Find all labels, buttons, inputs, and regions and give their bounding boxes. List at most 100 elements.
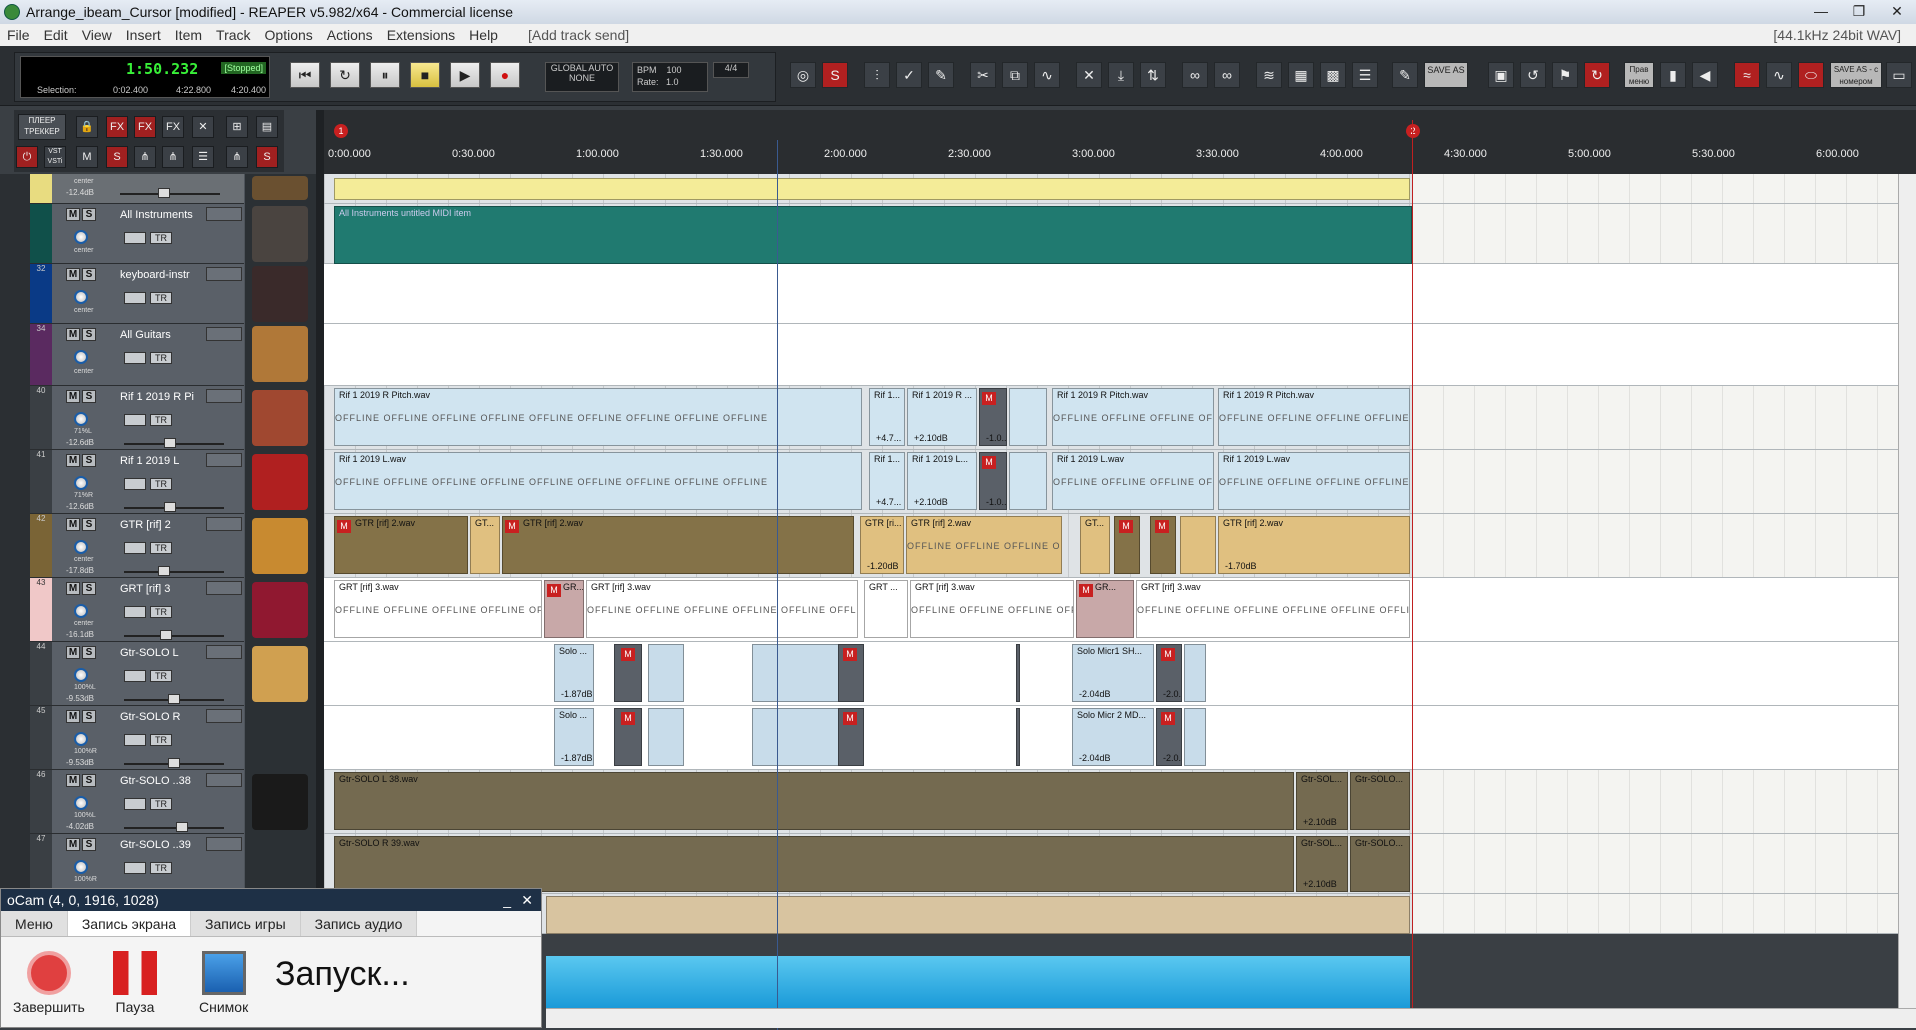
track-io-button[interactable]	[206, 327, 242, 341]
mixer-icon[interactable]: ⫶	[864, 62, 890, 88]
muted-item[interactable]: M	[1114, 516, 1140, 574]
scissors-icon[interactable]: ✂	[970, 62, 996, 88]
mute-button[interactable]: M	[66, 268, 80, 281]
ocam-stop-button[interactable]: Завершить	[13, 951, 85, 1015]
m-icon[interactable]: M	[76, 146, 98, 168]
close-button[interactable]: ✕	[1878, 0, 1916, 22]
media-item[interactable]: Solo ... -1.87dB	[554, 708, 594, 766]
fx-off-icon[interactable]: FX	[134, 116, 156, 138]
media-item[interactable]: M GTR [rif] 2.wav	[502, 516, 854, 574]
solo-button[interactable]: S	[82, 268, 96, 281]
panel-divider[interactable]	[316, 110, 324, 934]
color-icon[interactable]: ▩	[1320, 62, 1346, 88]
pan-knob[interactable]	[74, 230, 88, 244]
list-icon[interactable]: ☰	[1352, 62, 1378, 88]
solo-button[interactable]: S	[82, 710, 96, 723]
back-icon[interactable]: ◀	[1692, 62, 1718, 88]
pan-knob[interactable]	[74, 350, 88, 364]
solo-button[interactable]: S	[82, 208, 96, 221]
pan-knob[interactable]	[74, 796, 88, 810]
track-name[interactable]: keyboard-instr	[120, 269, 190, 281]
global-auto-button[interactable]: GLOBAL AUTO NONE	[545, 62, 619, 92]
volume-fader[interactable]	[124, 571, 224, 573]
muted-item[interactable]: M -2.0...	[1156, 708, 1182, 766]
screen-icon[interactable]: ▭	[1886, 62, 1912, 88]
mute-button[interactable]: M	[66, 518, 80, 531]
fader-handle[interactable]	[164, 438, 176, 448]
track-route-button[interactable]: TR	[150, 232, 172, 244]
menu-actions[interactable]: Actions	[320, 27, 380, 43]
meter-button[interactable]	[124, 542, 146, 554]
menu-file[interactable]: File	[0, 27, 37, 43]
redo-icon[interactable]: ↻	[1584, 62, 1610, 88]
mute-button[interactable]: M	[66, 454, 80, 467]
solo-button[interactable]: S	[82, 390, 96, 403]
track-io-button[interactable]	[206, 837, 242, 851]
bars-icon[interactable]: ▮	[1660, 62, 1686, 88]
muted-item[interactable]: M -1.0...	[979, 388, 1007, 446]
track-route-button[interactable]: TR	[150, 352, 172, 364]
pan-knob[interactable]	[74, 290, 88, 304]
track-name[interactable]: Rif 1 2019 L	[120, 455, 179, 467]
wave-red-icon[interactable]: ≈	[1734, 62, 1760, 88]
media-item[interactable]	[1184, 644, 1206, 702]
track-io-button[interactable]	[206, 453, 242, 467]
tab-audio-record[interactable]: Запись аудио	[300, 911, 418, 936]
media-item[interactable]: GRT [rif] 3.wav OFFLINE OFFLINE OFFLINE O…	[910, 580, 1074, 638]
track-io-button[interactable]	[206, 581, 242, 595]
solo-button[interactable]: S	[82, 582, 96, 595]
pan-knob[interactable]	[74, 604, 88, 618]
media-item[interactable]	[752, 644, 842, 702]
power-icon[interactable]: ⏻	[16, 146, 38, 168]
track-route-button[interactable]: TR	[150, 478, 172, 490]
mute-button[interactable]: M	[66, 646, 80, 659]
edit-icon[interactable]: ✎	[1392, 62, 1418, 88]
mute-button[interactable]: M	[66, 328, 80, 341]
marker-1[interactable]: 1	[334, 124, 348, 138]
import-icon[interactable]: ⤓	[1108, 62, 1134, 88]
mute-button[interactable]: M	[66, 774, 80, 787]
meter-button[interactable]	[124, 478, 146, 490]
s2-icon[interactable]: S	[256, 146, 278, 168]
muted-item[interactable]: M GR...	[1076, 580, 1134, 638]
media-item[interactable]: GRT [rif] 3.wav OFFLINE OFFLINE OFFLINE O…	[334, 580, 542, 638]
media-item[interactable]	[1180, 516, 1216, 574]
media-item[interactable]	[1016, 708, 1020, 766]
track-row[interactable]: 32 MS keyboard-instr TR center	[30, 264, 244, 324]
oval-icon[interactable]: ⬭	[1798, 62, 1824, 88]
media-item[interactable]: GTR [rif] 2.wav OFFLINE OFFLINE OFFLINE O…	[906, 516, 1062, 574]
media-item[interactable]: M GTR [rif] 2.wav	[334, 516, 468, 574]
run-icon[interactable]: ⚑	[1552, 62, 1578, 88]
ocam-close-button[interactable]: ✕	[521, 889, 533, 911]
muted-item[interactable]: M	[614, 708, 642, 766]
media-item[interactable]: Gtr-SOL... +2.10dB	[1296, 772, 1348, 830]
solo-button[interactable]: S	[82, 328, 96, 341]
ocam-pause-button[interactable]: Пауза	[113, 951, 157, 1015]
menu-track[interactable]: Track	[209, 27, 257, 43]
vsti-button[interactable]: VST VSTi	[44, 146, 66, 168]
go-to-start-button[interactable]: ⏮	[290, 62, 320, 88]
menu-extensions[interactable]: Extensions	[380, 27, 462, 43]
meter-button[interactable]	[124, 352, 146, 364]
media-item[interactable]: GT...	[1080, 516, 1110, 574]
arrange-view[interactable]: All Instruments untitled MIDI item Rif 1…	[324, 174, 1916, 934]
meter-button[interactable]	[124, 670, 146, 682]
media-item[interactable]: GT...	[470, 516, 500, 574]
pan-knob[interactable]	[74, 476, 88, 490]
ocam-snapshot-button[interactable]: Снимок	[199, 951, 248, 1015]
track-name[interactable]: All Guitars	[120, 329, 171, 341]
save-as-button[interactable]: SAVE AS	[1424, 62, 1468, 88]
media-item[interactable]	[1009, 388, 1047, 446]
media-item[interactable]	[1009, 452, 1047, 510]
media-item[interactable]: Gtr-SOL... +2.10dB	[1296, 836, 1348, 892]
minimize-button[interactable]: —	[1802, 0, 1840, 22]
media-item[interactable]: GTR [rif] 2.wav -1.70dB	[1218, 516, 1410, 574]
media-item[interactable]: Rif 1... +4.7...	[869, 388, 905, 446]
track-row[interactable]: 41 MS Rif 1 2019 L TR 71%R -12.6dB	[30, 450, 244, 514]
x-icon[interactable]: ✕	[192, 116, 214, 138]
media-item[interactable]: Solo Micr 2 MD... -2.04dB	[1072, 708, 1154, 766]
save-as-number-button[interactable]: SAVE AS - с номером	[1830, 62, 1882, 88]
play-button[interactable]: ▶	[450, 62, 480, 88]
s-icon[interactable]: S	[822, 62, 848, 88]
media-item[interactable]	[648, 708, 684, 766]
